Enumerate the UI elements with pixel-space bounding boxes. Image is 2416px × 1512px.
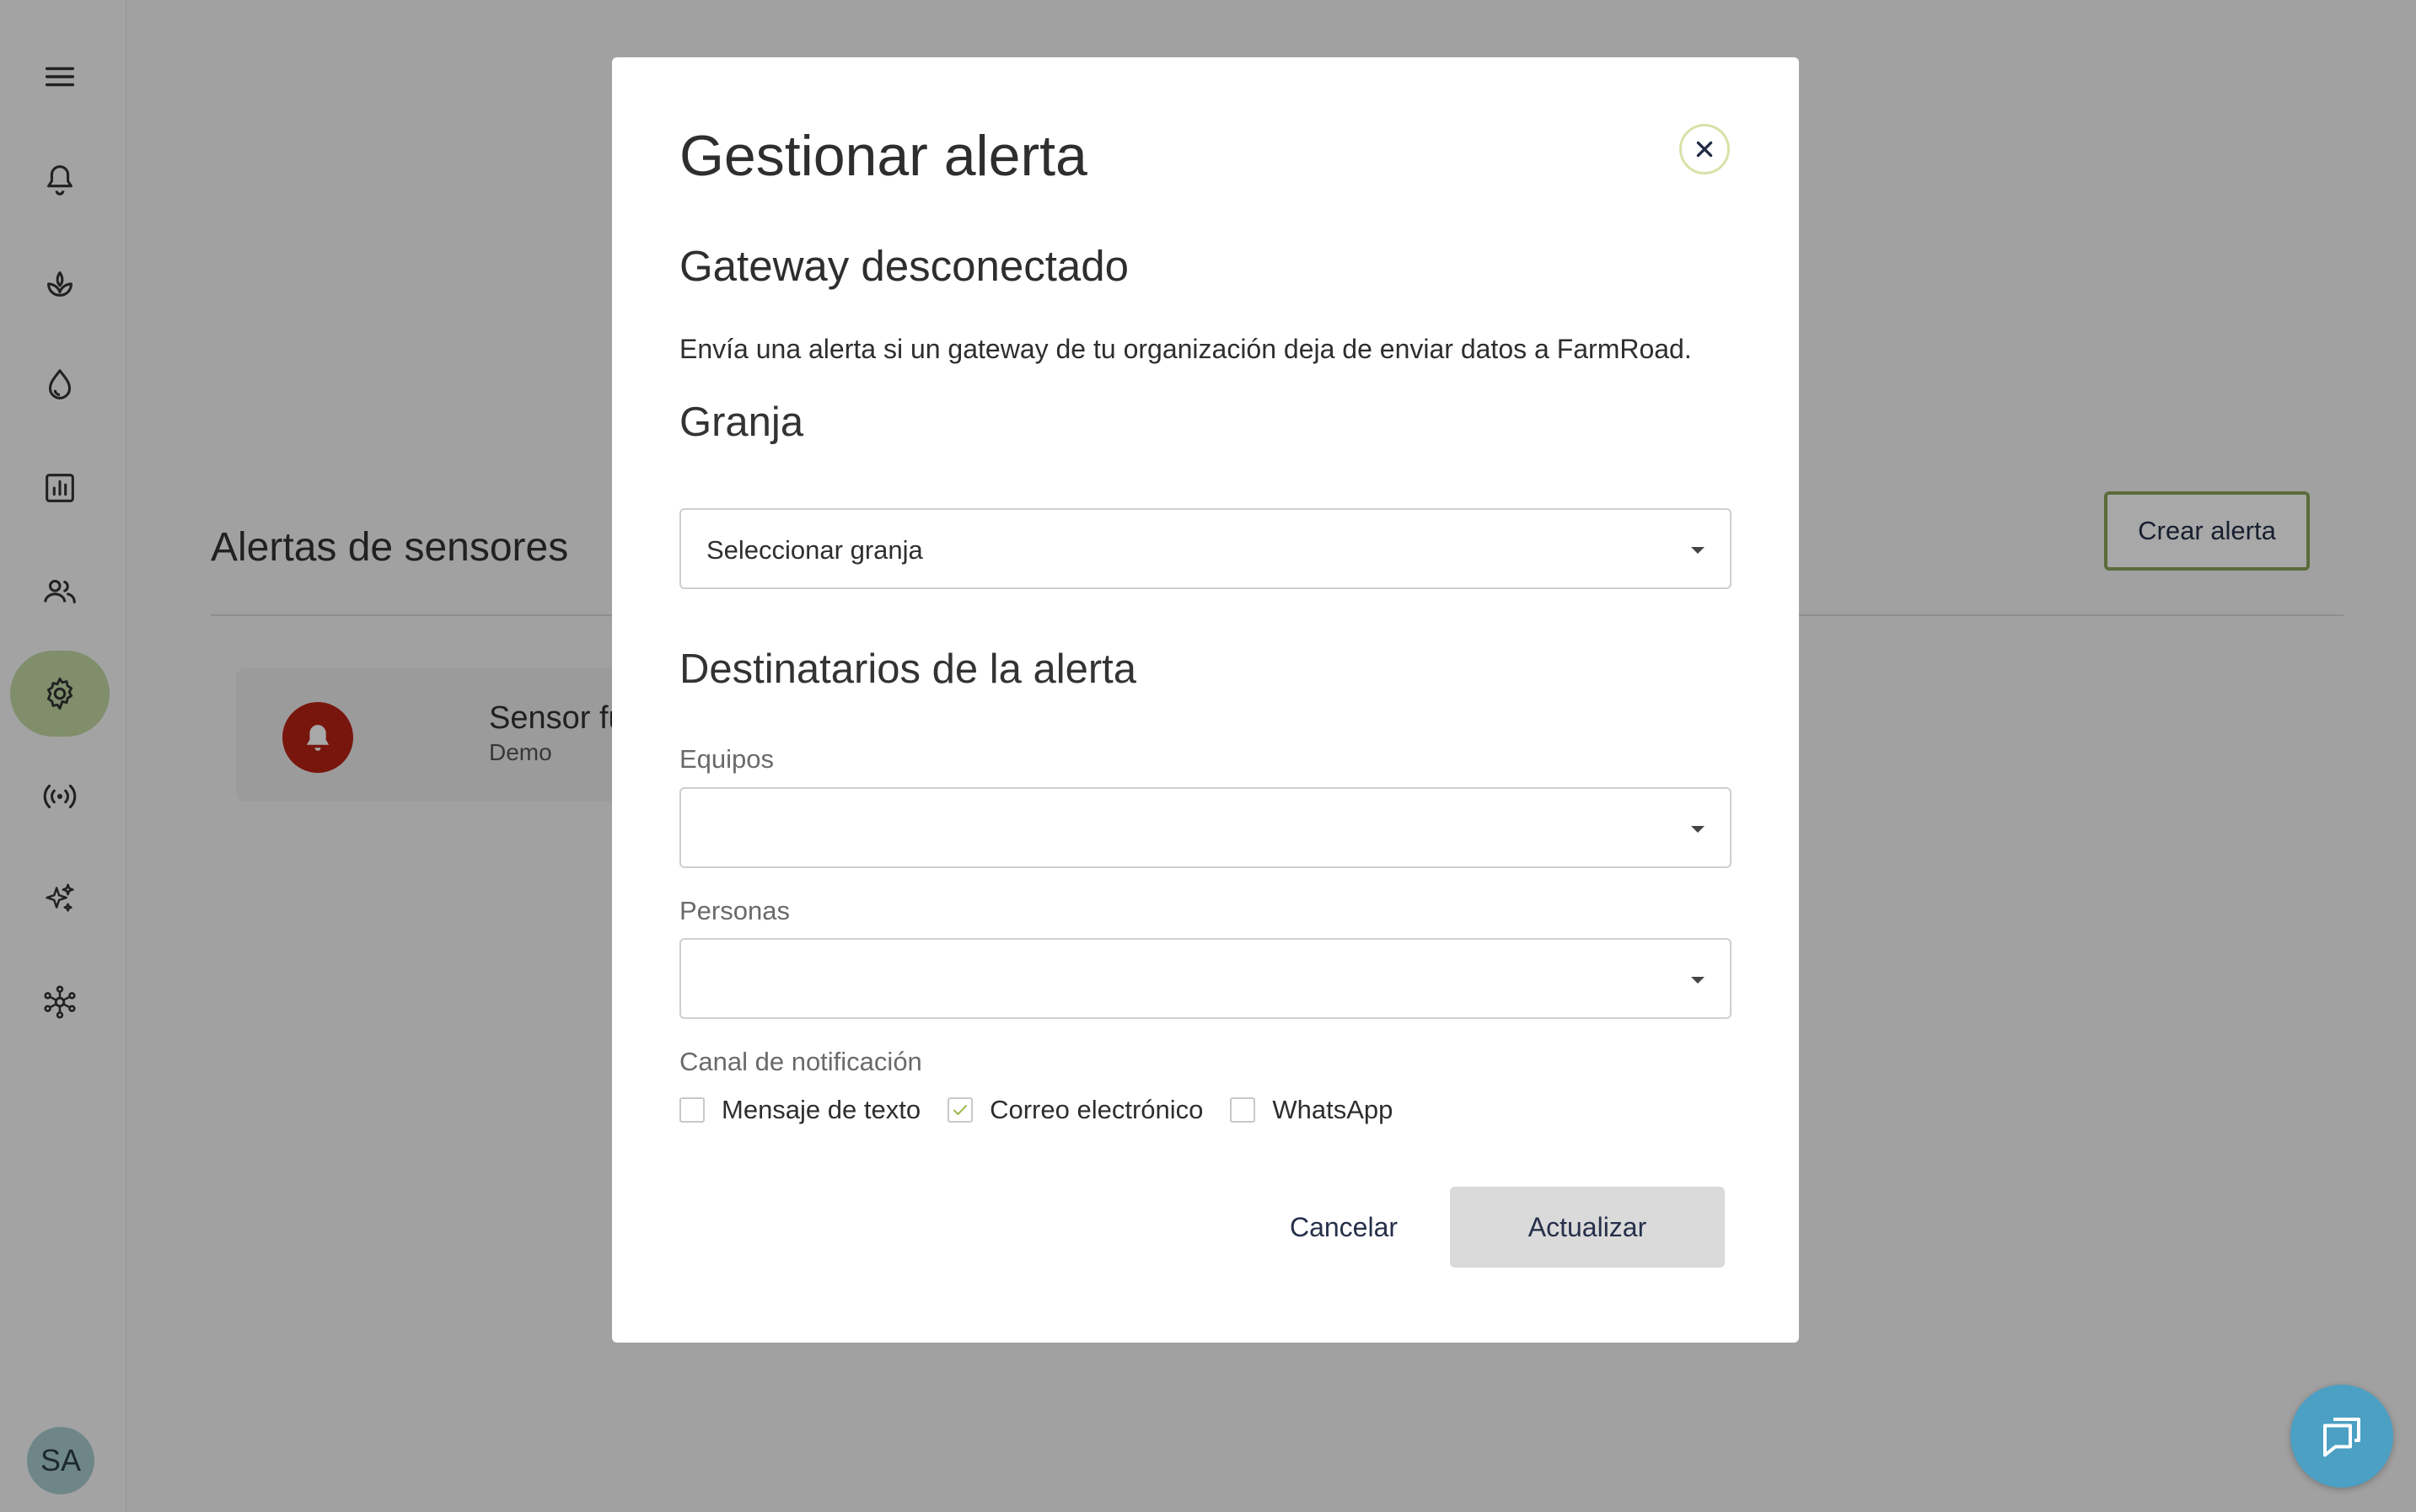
channel-whatsapp-option[interactable]: WhatsApp [1230,1095,1393,1125]
chat-button[interactable] [2290,1385,2393,1488]
sms-checkbox[interactable] [679,1097,705,1123]
manage-alert-dialog: Gestionar alerta Gateway desconectado En… [612,57,1799,1343]
channel-sms-option[interactable]: Mensaje de texto [679,1095,921,1125]
farm-section-heading: Granja [679,399,804,445]
email-checkbox[interactable] [948,1097,974,1123]
alert-type-title: Gateway desconectado [679,242,1130,290]
teams-select[interactable] [679,787,1731,868]
whatsapp-checkbox[interactable] [1230,1097,1256,1123]
channel-label: Canal de notificación [679,1047,922,1076]
email-label: Correo electrónico [990,1095,1204,1124]
recipients-section-heading: Destinatarios de la alerta [679,646,1137,692]
close-button[interactable] [1679,124,1730,174]
chevron-down-icon [1691,977,1705,984]
people-label: Personas [679,896,790,925]
channel-options: Mensaje de texto Correo electrónico What… [679,1093,1420,1127]
update-button[interactable]: Actualizar [1450,1187,1725,1268]
alert-description: Envía una alerta si un gateway de tu org… [679,334,1692,364]
cancel-button[interactable]: Cancelar [1259,1187,1428,1268]
farm-select-value: Seleccionar granja [706,535,923,565]
farm-select[interactable]: Seleccionar granja [679,508,1731,589]
chevron-down-icon [1691,547,1705,554]
chat-icon [2323,1418,2360,1457]
people-select[interactable] [679,938,1731,1019]
close-icon [1696,141,1713,158]
dialog-title: Gestionar alerta [679,124,1087,188]
channel-email-option[interactable]: Correo electrónico [948,1095,1203,1125]
chevron-down-icon [1691,826,1705,833]
whatsapp-label: WhatsApp [1272,1095,1393,1124]
checkmark-icon [953,1105,968,1115]
sms-label: Mensaje de texto [722,1095,921,1124]
teams-label: Equipos [679,744,775,774]
